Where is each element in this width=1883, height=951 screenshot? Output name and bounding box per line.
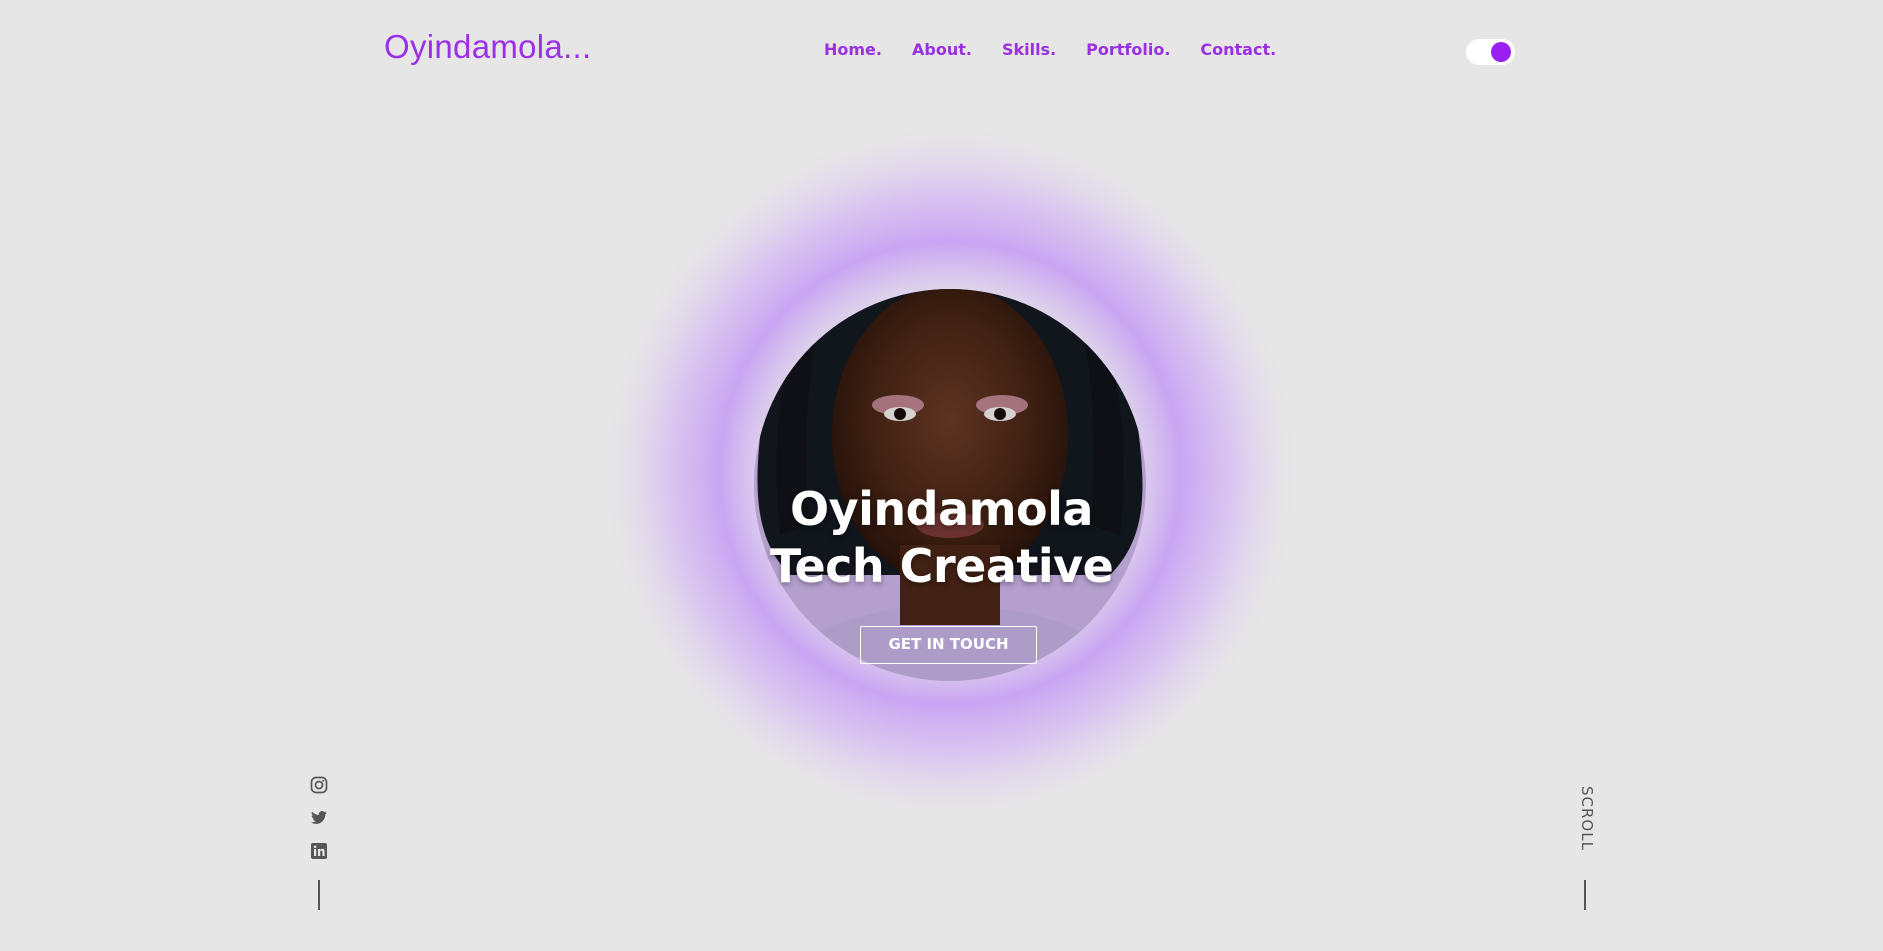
linkedin-icon[interactable] — [310, 842, 328, 860]
social-divider-line — [318, 880, 320, 910]
nav-contact[interactable]: Contact. — [1200, 40, 1276, 59]
main-nav: Home. About. Skills. Portfolio. Contact. — [824, 40, 1276, 59]
scroll-indicator[interactable]: SCROLL — [1572, 786, 1596, 866]
nav-home[interactable]: Home. — [824, 40, 882, 59]
hero-title-line1: Oyindamola — [790, 482, 1093, 536]
nav-skills[interactable]: Skills. — [1002, 40, 1056, 59]
hero-title-line2: Tech Creative — [769, 539, 1114, 593]
theme-toggle[interactable] — [1466, 39, 1515, 65]
portrait-photo — [600, 123, 1300, 823]
get-in-touch-button[interactable]: GET IN TOUCH — [860, 626, 1037, 664]
scroll-divider-line — [1584, 880, 1586, 910]
site-logo[interactable]: Oyindamola... — [384, 28, 592, 66]
hero-portrait — [580, 105, 1300, 825]
social-links — [310, 776, 328, 875]
instagram-icon[interactable] — [310, 776, 328, 794]
portfolio-page: Oyindamola... Home. About. Skills. Portf… — [0, 0, 1883, 951]
nav-portfolio[interactable]: Portfolio. — [1086, 40, 1170, 59]
twitter-icon[interactable] — [310, 809, 328, 827]
nav-about[interactable]: About. — [912, 40, 972, 59]
toggle-knob — [1491, 42, 1511, 62]
